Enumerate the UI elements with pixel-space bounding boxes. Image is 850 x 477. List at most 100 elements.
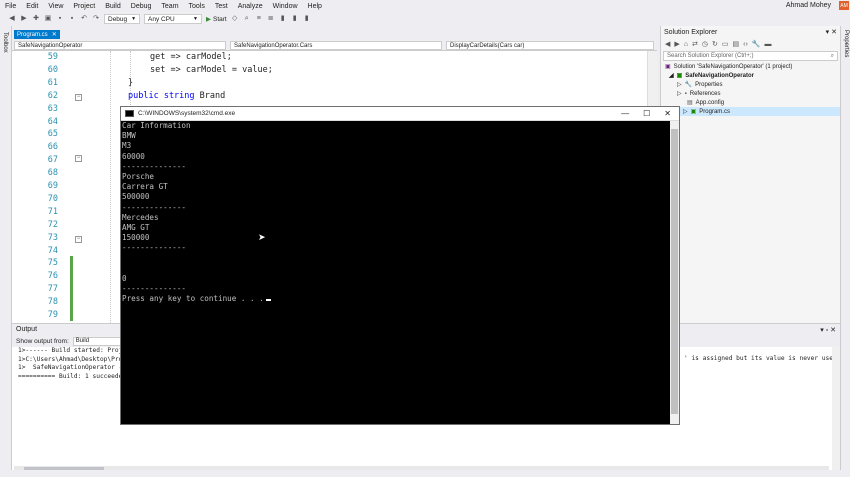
bookmark-icon[interactable]: ▮ [279, 15, 287, 23]
pending-changes-icon[interactable]: ◷ [702, 40, 708, 48]
close-icon[interactable]: ✕ [664, 109, 671, 118]
indent-icon[interactable]: ≡ [255, 15, 263, 23]
cmd-line: Mercedes [122, 213, 670, 223]
cmd-line: BMW [122, 131, 670, 141]
maximize-icon[interactable]: ☐ [643, 109, 650, 118]
code-text: get => carModel; [150, 52, 232, 62]
tree-item-label: References [689, 90, 721, 97]
cmd-line: -------------- [122, 284, 670, 294]
solution-search-input[interactable]: Search Solution Explorer (Ctrl+;) ⌕ [663, 51, 838, 61]
fold-toggle[interactable]: − [75, 94, 82, 101]
toolbox-strip[interactable]: Toolbox [0, 26, 12, 477]
menu-help[interactable]: Help [303, 3, 327, 10]
preview-icon[interactable]: ▬ [765, 41, 772, 48]
expand-icon[interactable]: ▷ [677, 81, 682, 88]
back-icon[interactable]: ◀ [8, 15, 16, 23]
code-line: set => carModel = value; [150, 65, 273, 75]
cmd-scrollbar[interactable] [670, 121, 679, 424]
pin-icon[interactable]: ✕ [52, 31, 57, 38]
platform-select[interactable]: Any CPU ▼ [144, 14, 202, 24]
find-icon[interactable]: ⌕ [243, 15, 251, 23]
member-dropdown[interactable]: DisplayCarDetails(Cars car) [446, 41, 654, 50]
tab-program-cs[interactable]: Program.cs ✕ [14, 30, 60, 39]
output-scrollbar[interactable] [832, 347, 840, 477]
line-number: 73 [47, 232, 58, 243]
menu-project[interactable]: Project [68, 3, 100, 10]
search-placeholder: Search Solution Explorer (Ctrl+;) [667, 53, 754, 59]
start-button[interactable]: ▶ Start [206, 15, 227, 24]
menu-file[interactable]: File [0, 3, 21, 10]
line-number: 76 [47, 271, 58, 282]
menu-test[interactable]: Test [210, 3, 233, 10]
config-select[interactable]: Debug ▼ [104, 14, 140, 24]
tree-item-references[interactable]: ▷ ▪ References [661, 89, 840, 98]
collapse-all-icon[interactable]: ▭ [722, 40, 729, 48]
forward-icon[interactable]: ▶ [674, 40, 679, 48]
view-code-icon[interactable]: ‹› [743, 41, 748, 48]
tree-item-solution[interactable]: ▣ Solution 'SafeNavigationOperator' (1 pr… [661, 62, 840, 71]
properties-icon[interactable]: 🔧 [752, 40, 761, 48]
menu-tools[interactable]: Tools [184, 3, 210, 10]
cmd-titlebar[interactable]: C:\WINDOWS\system32\cmd.exe — ☐ ✕ [121, 107, 679, 121]
cmd-line: Car Information [122, 121, 670, 131]
fold-toggle[interactable]: − [75, 236, 82, 243]
tree-item-program-cs[interactable]: ▷ ▣ Program.cs [661, 107, 840, 116]
minimize-icon[interactable]: — [621, 109, 629, 118]
back-icon[interactable]: ◀ [665, 40, 670, 48]
undo-icon[interactable]: ↶ [80, 15, 88, 23]
user-name[interactable]: Ahmad Mohey [781, 2, 836, 9]
avatar[interactable]: AM [839, 1, 849, 10]
open-icon[interactable]: ▣ [44, 15, 52, 23]
show-all-files-icon[interactable]: ▤ [733, 40, 740, 48]
menu-edit[interactable]: Edit [21, 3, 43, 10]
line-number: 65 [47, 129, 58, 140]
tree-item-label: App.config [695, 99, 725, 106]
solution-explorer-title: Solution Explorer [664, 28, 718, 36]
pane-controls-icon[interactable]: ▾ ▫ ✕ [820, 326, 836, 334]
cmd-line: 150000 [122, 233, 670, 243]
redo-icon[interactable]: ↷ [92, 15, 100, 23]
tree-item-project[interactable]: ◢ ▣ SafeNavigationOperator [661, 71, 840, 80]
class-dropdown[interactable]: SafeNavigationOperator.Cars [230, 41, 442, 50]
forward-icon[interactable]: ▶ [20, 15, 28, 23]
line-number: 63 [47, 103, 58, 114]
line-number: 74 [47, 245, 58, 256]
tree-item-app-config[interactable]: ▤ App.config [661, 98, 840, 107]
menu-build[interactable]: Build [100, 3, 126, 10]
bookmark-clear-icon[interactable]: ▮ [303, 15, 311, 23]
save-icon[interactable]: ▪ [56, 15, 64, 23]
output-source-select[interactable]: Build [72, 336, 125, 346]
expand-icon[interactable]: ◢ [669, 72, 674, 79]
new-project-icon[interactable]: ✚ [32, 15, 40, 23]
scroll-thumb[interactable] [671, 129, 678, 414]
menu-debug[interactable]: Debug [126, 3, 157, 10]
sync-icon[interactable]: ⇄ [692, 40, 698, 48]
refresh-icon[interactable]: ↻ [712, 40, 718, 48]
cmd-line: 500000 [122, 192, 670, 202]
expand-icon[interactable]: ▷ [677, 90, 682, 97]
config-value: Debug [108, 15, 128, 23]
menu-team[interactable]: Team [156, 3, 183, 10]
project-dropdown[interactable]: SafeNavigationOperator [14, 41, 226, 50]
line-number: 78 [47, 297, 58, 308]
bookmark-next-icon[interactable]: ▮ [291, 15, 299, 23]
save-all-icon[interactable]: ▪ [68, 15, 76, 23]
outdent-icon[interactable]: ≣ [267, 15, 275, 23]
class-value: SafeNavigationOperator.Cars [234, 42, 313, 49]
properties-strip[interactable]: Properties [840, 26, 850, 477]
pin-icon[interactable]: ▾ ✕ [826, 28, 837, 36]
cmd-output[interactable]: Car Information BMW M3 60000 -------------- P… [121, 121, 670, 424]
menu-window[interactable]: Window [268, 3, 303, 10]
fold-toggle[interactable]: − [75, 155, 82, 162]
cmd-line-text: BMW [122, 131, 136, 141]
menu-analyze[interactable]: Analyze [233, 3, 268, 10]
mouse-cursor-icon: ➤ [258, 232, 266, 242]
tree-item-properties[interactable]: ▷ 🔧 Properties [661, 80, 840, 89]
cmd-window[interactable]: C:\WINDOWS\system32\cmd.exe — ☐ ✕ Car In… [120, 106, 680, 425]
browser-icon[interactable]: ◇ [231, 15, 239, 23]
menu-view[interactable]: View [43, 3, 68, 10]
line-number: 60 [47, 64, 58, 75]
home-icon[interactable]: ⌂ [684, 41, 688, 48]
expand-icon[interactable]: ▷ [683, 108, 688, 115]
cmd-line: M3 [122, 141, 670, 151]
